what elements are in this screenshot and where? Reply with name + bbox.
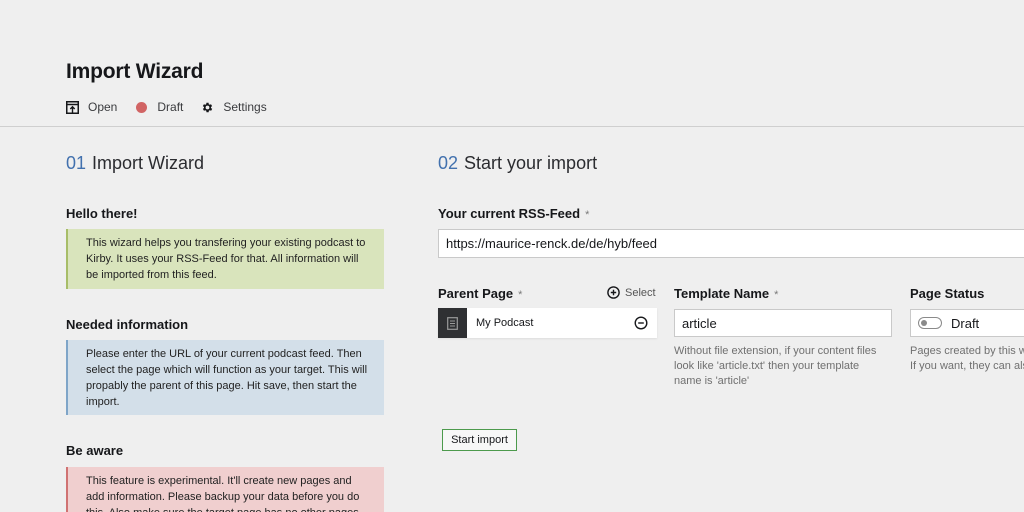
- status-label: Draft: [157, 100, 184, 114]
- gear-icon: [201, 101, 214, 114]
- template-name-label: Template Name *: [674, 286, 778, 301]
- info-heading-hello: Hello there!: [66, 206, 138, 221]
- page-status-label: Page Status: [910, 286, 985, 301]
- info-heading-aware: Be aware: [66, 443, 124, 458]
- rss-url-value: https://maurice-renck.de/de/hyb/feed: [446, 236, 658, 251]
- parent-select-label: Select: [625, 286, 656, 299]
- parent-page-label: Parent Page *: [438, 286, 522, 301]
- right-section-number: 02: [438, 153, 459, 173]
- rss-label: Your current RSS-Feed *: [438, 206, 589, 221]
- settings-label: Settings: [223, 100, 267, 114]
- page-status-toggle[interactable]: Draft: [910, 309, 1024, 337]
- parent-page-name: My Podcast: [476, 317, 534, 329]
- template-name-input[interactable]: article: [674, 309, 892, 337]
- page-title: Import Wizard: [66, 60, 204, 83]
- toggle-switch-icon: [918, 317, 942, 329]
- remove-circle-icon[interactable]: [634, 316, 648, 330]
- page-thumbnail: [438, 308, 467, 338]
- info-box-needed: Please enter the URL of your current pod…: [66, 340, 384, 415]
- template-name-value: article: [682, 315, 717, 331]
- open-icon: [66, 100, 79, 114]
- template-required-marker: *: [774, 289, 779, 301]
- info-box-aware: This feature is experimental. It'll crea…: [66, 467, 384, 512]
- template-help-text: Without file extension, if your content …: [674, 345, 877, 387]
- info-box-hello: This wizard helps you transfering your e…: [66, 229, 384, 289]
- start-import-button[interactable]: Start import: [442, 429, 517, 451]
- parent-select-button[interactable]: Select: [607, 286, 656, 299]
- add-circle-icon: [607, 286, 620, 299]
- parent-page-label-text: Parent Page: [438, 286, 514, 301]
- parent-required-marker: *: [518, 289, 523, 301]
- page-icon: [447, 316, 458, 330]
- page-status-value: Draft: [951, 315, 980, 331]
- right-section-title: 02 Start your import: [438, 153, 597, 174]
- open-label: Open: [88, 100, 118, 114]
- rss-label-text: Your current RSS-Feed: [438, 206, 581, 221]
- rss-required-marker: *: [585, 209, 590, 221]
- left-section-label: Import Wizard: [92, 153, 205, 173]
- info-heading-needed: Needed information: [66, 317, 189, 332]
- status-help-line-1: Pages created by this w: [910, 345, 1024, 357]
- left-section-number: 01: [66, 153, 87, 173]
- status-help-line-2: If you want, they can als: [910, 360, 1024, 372]
- open-button[interactable]: Open: [66, 100, 117, 114]
- status-button[interactable]: Draft: [135, 100, 183, 114]
- parent-page-item[interactable]: My Podcast: [438, 308, 657, 338]
- left-section-title: 01 Import Wizard: [66, 153, 204, 174]
- page-toolbar: Open Draft Settings: [66, 98, 285, 116]
- header-divider: [0, 126, 1024, 127]
- template-name-label-text: Template Name: [674, 286, 770, 301]
- status-dot-icon: [135, 101, 148, 114]
- right-section-label: Start your import: [464, 153, 598, 173]
- rss-url-input[interactable]: https://maurice-renck.de/de/hyb/feed: [438, 229, 1024, 258]
- status-help-text: Pages created by this w If you want, the…: [910, 344, 1024, 374]
- settings-button[interactable]: Settings: [201, 100, 267, 114]
